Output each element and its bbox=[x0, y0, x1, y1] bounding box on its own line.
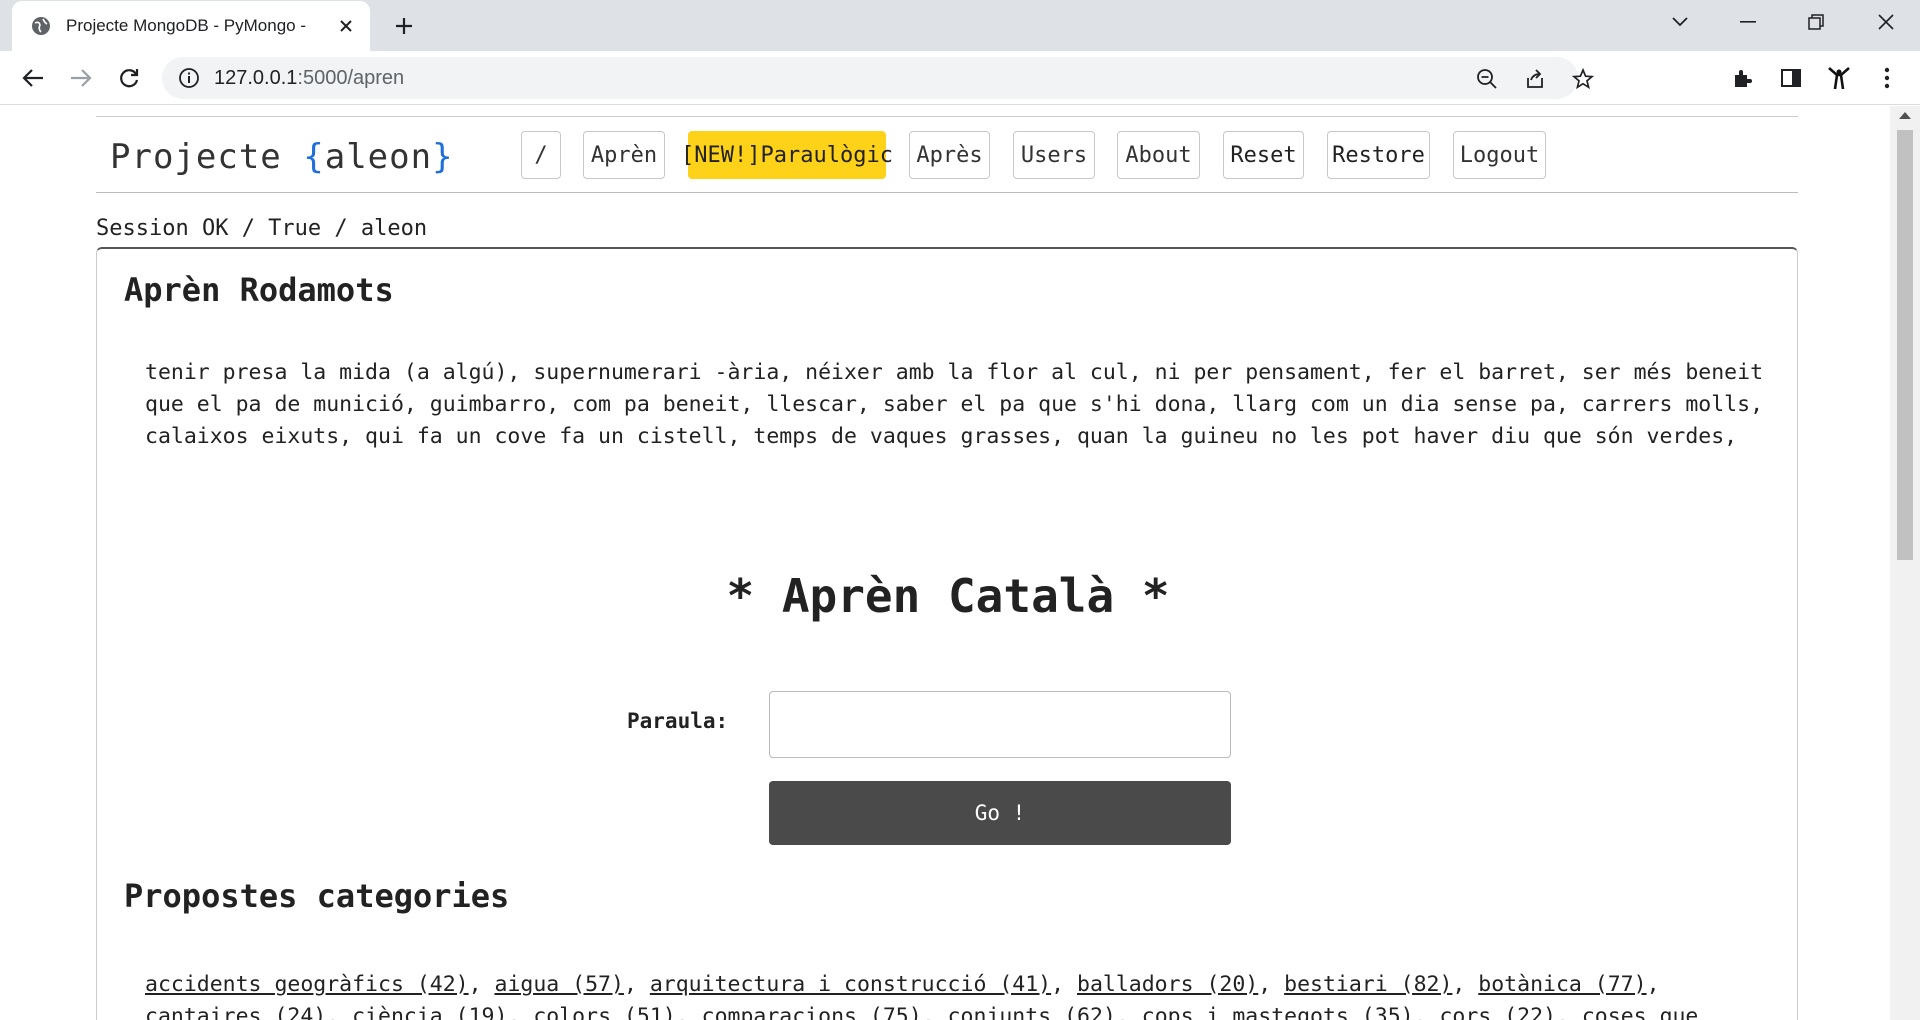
nav-users-button[interactable]: Users bbox=[1013, 131, 1095, 179]
category-link[interactable]: arquitectura i construcció (41) bbox=[650, 972, 1051, 997]
category-link[interactable]: ciència (19) bbox=[352, 1004, 507, 1020]
browser-tab-strip: Projecte MongoDB - PyMongo - bbox=[0, 0, 1920, 51]
category-link[interactable]: accidents geogràfics (42) bbox=[145, 972, 469, 997]
go-button[interactable]: Go ! bbox=[769, 781, 1231, 845]
nav-root-button[interactable]: / bbox=[521, 131, 561, 179]
session-status: Session OK / True / aleon bbox=[96, 216, 428, 241]
category-link[interactable]: colors (51) bbox=[533, 1004, 675, 1020]
nav-apren-button[interactable]: Aprèn bbox=[583, 131, 665, 179]
nav-restore-button[interactable]: Restore bbox=[1327, 131, 1430, 179]
url-text[interactable]: 127.0.0.1:5000/apren bbox=[214, 67, 404, 90]
categories-heading: Propostes categories bbox=[124, 877, 510, 915]
new-tab-icon[interactable] bbox=[390, 12, 418, 40]
zoom-icon[interactable] bbox=[1474, 66, 1500, 92]
paraula-input[interactable] bbox=[769, 691, 1231, 758]
brand-logo[interactable]: Projecte {aleon} bbox=[110, 137, 454, 177]
category-link[interactable]: aigua (57) bbox=[495, 972, 624, 997]
rodamots-text: tenir presa la mida (a algú), supernumer… bbox=[145, 360, 1764, 449]
scroll-up-icon[interactable] bbox=[1899, 112, 1911, 119]
category-link[interactable]: comparacions (75) bbox=[702, 1004, 922, 1020]
scrollbar-thumb[interactable] bbox=[1897, 130, 1913, 560]
category-link[interactable]: botànica (77) bbox=[1478, 972, 1646, 997]
page-scrollbar[interactable] bbox=[1890, 106, 1920, 1020]
forward-icon[interactable] bbox=[66, 63, 96, 93]
web-page: Projecte {aleon} / Aprèn [NEW!]Paraulògi… bbox=[0, 106, 1890, 1020]
rodamots-heading: Aprèn Rodamots bbox=[124, 271, 394, 309]
paraula-label: Paraula: bbox=[627, 709, 729, 733]
share-icon[interactable] bbox=[1522, 66, 1548, 92]
category-link[interactable]: balladors (20) bbox=[1077, 972, 1258, 997]
menu-kebab-icon[interactable] bbox=[1872, 63, 1902, 93]
close-tab-icon[interactable] bbox=[334, 14, 358, 38]
top-navbar: Projecte {aleon} / Aprèn [NEW!]Paraulògi… bbox=[96, 116, 1798, 193]
close-window-icon[interactable] bbox=[1852, 0, 1920, 44]
minimize-icon[interactable] bbox=[1714, 0, 1782, 44]
tab-title: Projecte MongoDB - PyMongo - bbox=[66, 16, 306, 35]
profile-avatar[interactable] bbox=[1824, 63, 1854, 93]
info-icon[interactable] bbox=[178, 67, 200, 89]
nav-apres-button[interactable]: Après bbox=[909, 131, 990, 179]
side-panel-icon[interactable] bbox=[1776, 63, 1806, 93]
nav-about-button[interactable]: About bbox=[1117, 131, 1200, 179]
nav-logout-button[interactable]: Logout bbox=[1453, 131, 1546, 179]
bookmark-star-icon[interactable] bbox=[1570, 66, 1596, 92]
back-icon[interactable] bbox=[18, 63, 48, 93]
browser-tab[interactable]: Projecte MongoDB - PyMongo - bbox=[12, 1, 370, 51]
address-bar[interactable]: 127.0.0.1:5000/apren bbox=[162, 57, 1594, 99]
content-card: Aprèn Rodamots tenir presa la mida (a al… bbox=[96, 247, 1798, 1020]
category-link[interactable]: cors (22) bbox=[1439, 1004, 1556, 1020]
globe-icon bbox=[32, 17, 50, 35]
restore-icon[interactable] bbox=[1782, 0, 1850, 44]
category-link[interactable]: cops i mastegots (35) bbox=[1142, 1004, 1414, 1020]
category-link[interactable]: coses que bbox=[1582, 1004, 1699, 1020]
category-link[interactable]: cantaires (24) bbox=[145, 1004, 326, 1020]
extensions-icon[interactable] bbox=[1728, 63, 1758, 93]
apren-catala-title: * Aprèn Català * bbox=[726, 569, 1170, 623]
nav-paraulogic-button[interactable]: [NEW!]Paraulògic bbox=[681, 131, 893, 179]
tab-search-icon[interactable] bbox=[1646, 0, 1714, 44]
categories-list: accidents geogràfics (42), aigua (57), a… bbox=[145, 969, 1785, 1020]
category-link[interactable]: conjunts (62) bbox=[948, 1004, 1116, 1020]
category-link[interactable]: bestiari (82) bbox=[1284, 972, 1452, 997]
nav-reset-button[interactable]: Reset bbox=[1223, 131, 1304, 179]
reload-icon[interactable] bbox=[114, 63, 144, 93]
browser-toolbar: 127.0.0.1:5000/apren bbox=[0, 51, 1920, 105]
